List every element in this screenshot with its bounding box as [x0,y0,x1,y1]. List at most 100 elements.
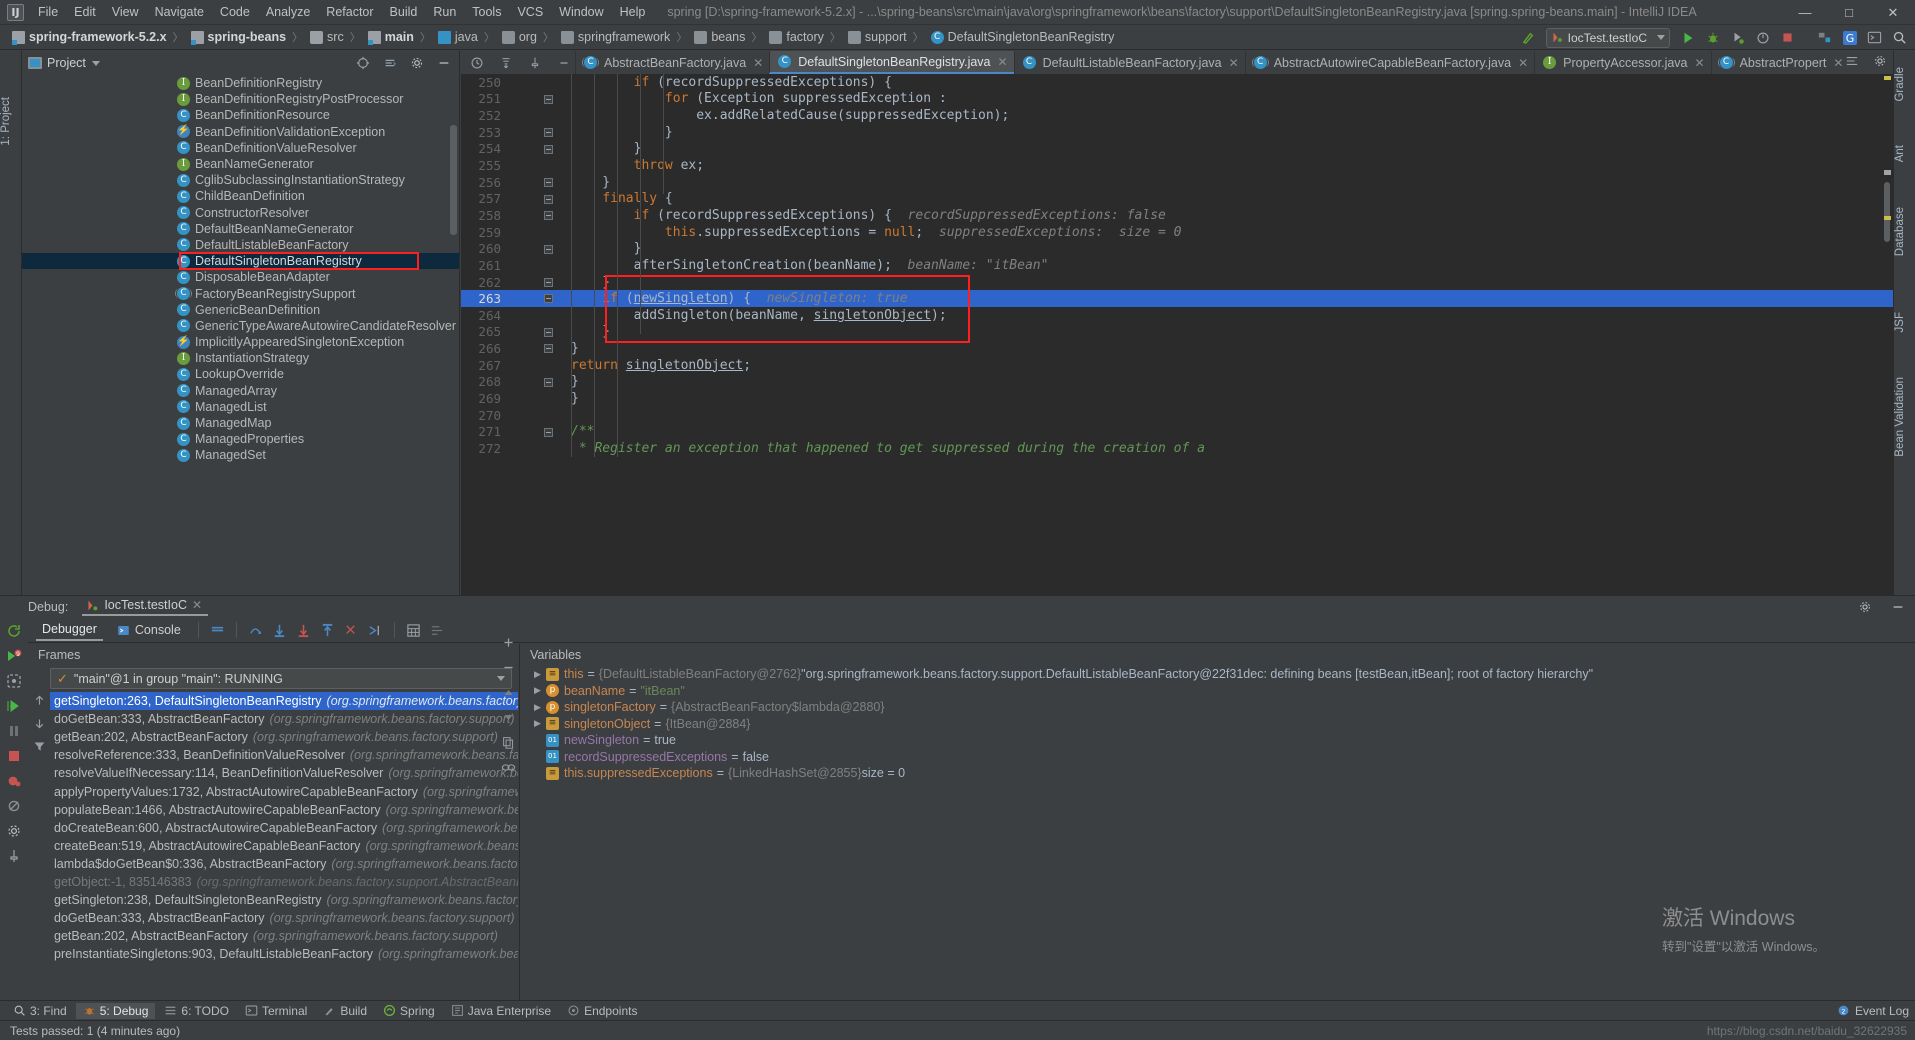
run-with-coverage-button[interactable] [1726,27,1749,49]
frame-row[interactable]: lambda$doGetBean$0:336, AbstractBeanFact… [50,855,518,873]
expand-arrow-icon[interactable]: ▶ [534,702,543,713]
code-line-267[interactable]: 267 return singletonObject; [461,357,1893,374]
restore-layout-icon[interactable] [6,673,22,689]
run-button[interactable] [1676,27,1699,49]
frame-row[interactable]: populateBean:1466, AbstractAutowireCapab… [50,801,518,819]
tree-item-beandefinitionvalidationexception[interactable]: ⚡ BeanDefinitionValidationException [22,124,459,140]
close-tab-icon[interactable]: ✕ [1695,56,1705,70]
project-settings-gear-icon[interactable] [405,52,428,74]
rail-tab-ant[interactable]: Ant [1894,139,1915,168]
profile-button[interactable] [1751,27,1774,49]
editor-settings-gear-icon[interactable] [1868,50,1891,72]
minimize-editor-icon[interactable] [552,52,575,74]
minimize-button[interactable]: — [1783,0,1827,25]
project-tree-scrollbar[interactable] [450,125,457,235]
debug-settings-gear-icon[interactable] [1853,596,1876,618]
remove-watch-icon[interactable] [502,661,515,674]
tree-item-generictypeawareautowirecandidateresolver[interactable]: C GenericTypeAwareAutowireCandidateResolv… [22,318,459,334]
menu-file[interactable]: File [30,3,66,21]
fold-marker-253[interactable] [544,127,553,137]
code-line-271[interactable]: 271 /** [461,423,1893,440]
drop-frame-icon[interactable] [344,623,359,638]
tree-item-managedproperties[interactable]: C ManagedProperties [22,431,459,447]
code-line-255[interactable]: 255 throw ex; [461,157,1893,174]
frame-row[interactable]: doGetBean:333, AbstractBeanFactory (org.s… [50,909,518,927]
variable-row[interactable]: 01 recordSuppressedExceptions = false [520,749,1915,766]
breadcrumb-item-java[interactable]: java [434,25,481,50]
breadcrumb-item-beans[interactable]: beans [690,25,748,50]
tool-window-build[interactable]: Build [316,1003,374,1019]
tree-item-constructorresolver[interactable]: C ConstructorResolver [22,205,459,221]
menu-navigate[interactable]: Navigate [147,3,212,21]
debugger-tab-debugger[interactable]: Debugger [36,619,103,641]
frames-filter-icon[interactable] [33,740,46,753]
code-line-251[interactable]: 251 for (Exception suppressedException : [461,91,1893,108]
fold-marker-256[interactable] [544,177,553,187]
code-line-268[interactable]: 268} [461,374,1893,391]
menu-window[interactable]: Window [551,3,611,21]
tool-window-java-enterprise[interactable]: Java Enterprise [444,1003,558,1019]
rail-tab-1-project[interactable]: 1: Project [0,91,22,152]
debug-session-tab[interactable]: IocTest.testIoC ✕ [82,598,209,616]
tree-item-implicitlyappearedsingletonexception[interactable]: ⚡ ImplicitlyAppearedSingletonException [22,334,459,350]
menu-analyze[interactable]: Analyze [258,3,318,21]
rail-tab-bean-validation[interactable]: Bean Validation [1894,371,1915,463]
pin-icon[interactable] [523,52,546,74]
breadcrumb-item-spring-beans[interactable]: spring-beans [187,25,290,50]
frame-row[interactable]: doCreateBean:600, AbstractAutowireCapabl… [50,819,518,837]
run-to-cursor-icon[interactable] [368,623,383,638]
debugger-tab-console[interactable]: Console [111,620,187,640]
hide-panel-icon[interactable] [432,52,455,74]
tool-window-endpoints[interactable]: Endpoints [560,1003,644,1019]
tree-item-instantiationstrategy[interactable]: I InstantiationStrategy [22,350,459,366]
frame-row[interactable]: getSingleton:238, DefaultSingletonBeanRe… [50,891,518,909]
variable-row[interactable]: ▶ p singletonFactory = {AbstractBeanFactory$… [520,699,1915,716]
step-resume-icon[interactable] [6,698,22,714]
code-line-262[interactable]: 262 } [461,274,1893,291]
tool-window-terminal[interactable]: Terminal [238,1003,314,1019]
rerun-icon[interactable] [6,623,22,639]
view-breakpoints-icon[interactable] [6,773,22,789]
project-view-chevron-down-icon[interactable] [91,60,100,66]
close-session-icon[interactable]: ✕ [192,598,202,612]
fold-marker-254[interactable] [544,144,553,154]
expand-arrow-icon[interactable]: ▶ [534,718,543,729]
tool-window-6-todo[interactable]: 6: TODO [157,1003,236,1019]
code-line-256[interactable]: 256 } [461,174,1893,191]
fold-marker-262[interactable] [544,277,553,287]
tree-item-managedarray[interactable]: C ManagedArray [22,383,459,399]
sort-icon[interactable] [494,52,517,74]
close-tab-icon[interactable]: ✕ [1518,56,1528,70]
tree-item-childbeandefinition[interactable]: C ChildBeanDefinition [22,188,459,204]
variable-row[interactable]: ≡ this.suppressedExceptions = {LinkedHashSe… [520,765,1915,782]
menu-refactor[interactable]: Refactor [318,3,381,21]
code-line-261[interactable]: 261 afterSingletonCreation(beanName); be… [461,257,1893,274]
close-tab-icon[interactable]: ✕ [753,56,763,70]
frame-row[interactable]: getSingleton:263, DefaultSingletonBeanRe… [50,692,518,711]
variable-row[interactable]: ▶ ≡ singletonObject = {ItBean@2884} [520,716,1915,733]
tab-list-icon[interactable] [1840,50,1863,72]
tree-item-defaultsingletonbeanregistry[interactable]: C DefaultSingletonBeanRegistry [22,253,459,270]
frames-down-arrow-icon[interactable] [33,717,46,730]
variable-row[interactable]: ▶ p beanName = "itBean" [520,683,1915,700]
breadcrumb-item-src[interactable]: src [306,25,347,50]
add-watch-icon[interactable] [502,636,515,649]
thread-selector[interactable]: ✓ "main"@1 in group "main": RUNNING [50,668,512,689]
code-line-252[interactable]: 252 ex.addRelatedCause(suppressedExcepti… [461,107,1893,124]
close-tab-icon[interactable]: ✕ [1229,56,1239,70]
frame-row[interactable]: getBean:202, AbstractBeanFactory (org.spr… [50,927,518,945]
pause-program-icon[interactable] [6,723,22,739]
tree-item-beandefinitionregistrypostprocessor[interactable]: I BeanDefinitionRegistryPostProcessor [22,91,459,107]
translate-icon[interactable]: G [1838,27,1861,49]
tree-item-disposablebeanadapter[interactable]: C DisposableBeanAdapter [22,269,459,285]
terminal-icon[interactable] [1863,27,1886,49]
run-configuration-selector[interactable]: IocTest.testIoC [1545,27,1670,48]
menu-code[interactable]: Code [212,3,258,21]
expand-arrow-icon[interactable]: ▶ [534,685,543,696]
tree-item-defaultlistablebeanfactory[interactable]: C DefaultListableBeanFactory [22,237,459,253]
resume-program-icon[interactable]: 9 [6,648,22,664]
fold-marker-260[interactable] [544,244,553,254]
debug-button[interactable] [1701,27,1724,49]
tree-item-beandefinitionregistry[interactable]: I BeanDefinitionRegistry [22,75,459,91]
recent-files-clock-icon[interactable] [465,52,488,74]
